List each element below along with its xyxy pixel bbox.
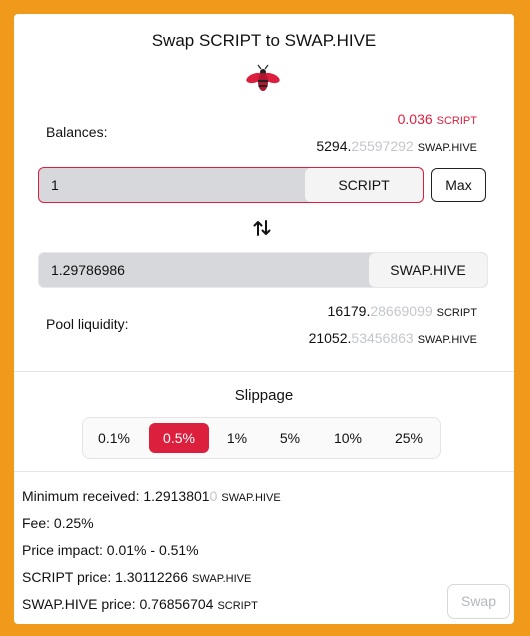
bee-icon: [246, 64, 280, 91]
balance-hive: 5294.25597292 SWAP.HIVE: [316, 138, 477, 154]
price-impact-text: Price impact: 0.01% - 0.51%: [22, 542, 199, 558]
dialog-title: Swap SCRIPT to SWAP.HIVE: [151, 31, 377, 50]
balance-script-amount: 0.036: [397, 111, 433, 127]
slippage-option-25[interactable]: 25%: [383, 423, 435, 453]
slippage-option-10[interactable]: 10%: [323, 423, 373, 453]
script-price-value: 1.30112266: [115, 569, 189, 585]
from-amount-field[interactable]: 1 SCRIPT: [38, 167, 424, 203]
to-token-label: SWAP.HIVE: [369, 253, 487, 287]
pool-hive: 21052.53456863 SWAP.HIVE: [309, 330, 477, 346]
swap-button[interactable]: Swap: [447, 584, 510, 619]
pool-script-dec: 28669099: [370, 303, 433, 319]
min-received-label: Minimum received:: [22, 488, 144, 504]
hive-price-unit: SCRIPT: [217, 600, 258, 612]
hive-price-value: 0.76856704: [139, 596, 214, 612]
arrows-up-down-icon[interactable]: [252, 218, 272, 238]
slippage-option-0-5[interactable]: 0.5%: [149, 423, 209, 453]
slippage-selector: 0.1% 0.5% 1% 5% 10% 25%: [82, 417, 441, 459]
min-received-unit: SWAP.HIVE: [221, 492, 281, 504]
hive-price-label: SWAP.HIVE price:: [22, 596, 140, 612]
script-price-label: SCRIPT price:: [22, 569, 116, 585]
slippage-option-5[interactable]: 5%: [267, 423, 313, 453]
hive-price: SWAP.HIVE price: 0.76856704 SCRIPT: [22, 596, 258, 612]
slippage-title: Slippage: [234, 387, 294, 404]
swap-dialog: Swap SCRIPT to SWAP.HIVE Balances: 0.036…: [14, 14, 514, 624]
pool-hive-dec: 53456863: [351, 330, 414, 346]
min-received-faint-digit: 0: [209, 488, 218, 504]
divider: [14, 371, 514, 372]
slippage-option-1[interactable]: 1%: [215, 423, 259, 453]
divider: [14, 471, 514, 472]
pool-hive-unit: SWAP.HIVE: [417, 334, 477, 346]
balance-script-unit: SCRIPT: [436, 115, 477, 127]
slippage-option-0-1[interactable]: 0.1%: [89, 423, 139, 453]
balance-hive-dec: 25597292: [351, 138, 414, 154]
max-button[interactable]: Max: [431, 168, 486, 202]
to-amount-value: 1.29786986: [51, 262, 125, 278]
min-received-value: 1.2913801: [143, 488, 210, 504]
minimum-received: Minimum received: 1.29138010 SWAP.HIVE: [22, 488, 281, 504]
balances-label: Balances:: [46, 124, 108, 140]
pool-script-int: 16179.: [327, 303, 371, 319]
pool-liquidity-label: Pool liquidity:: [46, 316, 129, 332]
pool-script: 16179.28669099 SCRIPT: [328, 303, 477, 319]
balance-script: 0.036 SCRIPT: [398, 111, 477, 127]
balance-hive-int: 5294.: [316, 138, 352, 154]
script-price-unit: SWAP.HIVE: [192, 573, 252, 585]
to-amount-field[interactable]: 1.29786986 SWAP.HIVE: [38, 252, 488, 288]
pool-hive-int: 21052.: [308, 330, 352, 346]
from-token-label: SCRIPT: [305, 168, 423, 202]
balance-hive-unit: SWAP.HIVE: [417, 142, 477, 154]
from-amount-value[interactable]: 1: [51, 177, 59, 193]
pool-script-unit: SCRIPT: [436, 307, 477, 319]
fee-text: Fee: 0.25%: [22, 515, 94, 531]
script-price: SCRIPT price: 1.30112266 SWAP.HIVE: [22, 569, 251, 585]
